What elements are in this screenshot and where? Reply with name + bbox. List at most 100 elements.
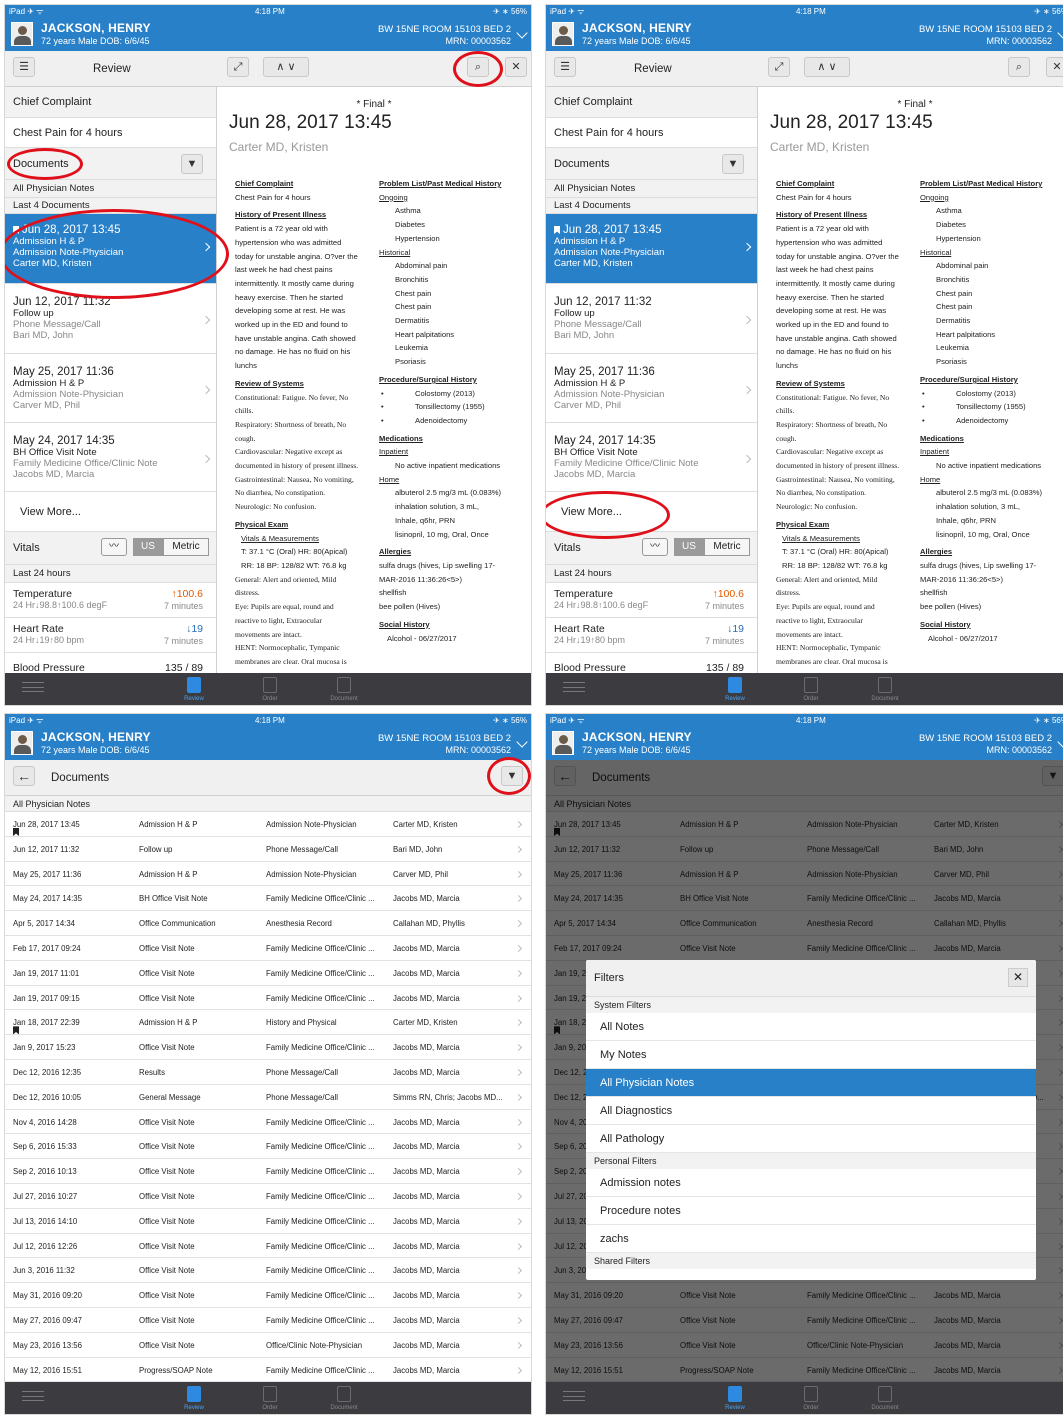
modal-backdrop[interactable]: Filters ✕ System Filters All Notes My Not… — [546, 760, 1063, 1382]
tab-document[interactable] — [337, 1386, 351, 1402]
filter-all-pathology[interactable]: All Pathology — [586, 1125, 1036, 1153]
table-row[interactable]: Dec 12, 2016 10:05 General Message Phone M… — [5, 1085, 531, 1110]
table-row[interactable]: May 23, 2016 13:56 Office Visit Note Offic… — [5, 1333, 531, 1358]
list-header: All Physician Notes — [5, 796, 531, 812]
table-row[interactable]: Jan 18, 2017 22:39 Admission H & P History… — [5, 1010, 531, 1036]
close-icon[interactable]: ✕ — [1046, 57, 1063, 77]
menu-icon[interactable] — [563, 682, 585, 692]
table-row[interactable]: Feb 17, 2017 09:24 Office Visit Note Famil… — [5, 936, 531, 961]
vital-blood-pressure[interactable]: Blood Pressure 135 / 89 — [5, 653, 216, 673]
table-row[interactable]: Dec 12, 2016 12:35 Results Phone Message/C… — [5, 1060, 531, 1085]
vital-heart-rate[interactable]: Heart Rate 24 Hr↓19↑80 bpm ↓19 7 minutes — [546, 618, 757, 653]
close-icon[interactable]: ✕ — [505, 57, 527, 77]
doc-item[interactable]: Jun 12, 2017 11:32 Follow up Phone Message… — [546, 284, 757, 354]
chevron-down-icon[interactable] — [1057, 736, 1063, 748]
tab-review[interactable] — [728, 1386, 742, 1402]
table-row[interactable]: May 12, 2016 15:51 Progress/SOAP Note Fami… — [5, 1358, 531, 1382]
filter-icon[interactable]: ▼ — [181, 154, 203, 174]
doc-item[interactable]: May 24, 2017 14:35 BH Office Visit Note Fa… — [546, 423, 757, 492]
table-row[interactable]: Jun 12, 2017 11:32 Follow up Phone Message… — [5, 837, 531, 862]
menu-icon[interactable] — [563, 1391, 585, 1401]
vitals-header: Vitals 〰 US Metric — [5, 532, 216, 565]
patient-header[interactable]: iPad ✈ ᯤ4:18 PM✈ ∗ 56% JACKSON, HENRY 72… — [5, 5, 531, 51]
table-row[interactable]: Jan 19, 2017 09:15 Office Visit Note Famil… — [5, 986, 531, 1011]
prev-next-buttons[interactable]: ∧ ∨ — [263, 57, 309, 77]
chevron-down-icon[interactable] — [516, 27, 528, 39]
filter-icon[interactable]: ▼ — [722, 154, 744, 174]
table-row[interactable]: Jun 3, 2016 11:32 Office Visit Note Family… — [5, 1258, 531, 1284]
close-icon[interactable]: ✕ — [1008, 968, 1028, 987]
tab-review[interactable] — [728, 677, 742, 693]
chevron-down-icon[interactable] — [1057, 27, 1063, 39]
table-row[interactable]: May 25, 2017 11:36 Admission H & P Admissi… — [5, 862, 531, 887]
table-row[interactable]: Jul 12, 2016 12:26 Office Visit Note Famil… — [5, 1234, 531, 1259]
metric-toggle[interactable]: Metric — [163, 538, 209, 556]
row-subtype: Family Medicine Office/Clinic ... — [266, 1216, 375, 1226]
chevron-right-icon — [514, 1242, 523, 1250]
expand-icon[interactable]: ⤢ — [768, 57, 790, 77]
filter-zachs[interactable]: zachs — [586, 1225, 1036, 1253]
list-icon[interactable]: ☰ — [554, 57, 576, 77]
menu-icon[interactable] — [22, 682, 44, 692]
vital-temperature[interactable]: Temperature 24 Hr↓98.8↑100.6 degF ↑100.6 7 … — [546, 583, 757, 618]
back-arrow-icon[interactable]: ← — [13, 766, 35, 786]
doc-item[interactable]: May 25, 2017 11:36 Admission H & P Admissi… — [546, 354, 757, 423]
us-toggle[interactable]: US — [674, 538, 704, 556]
menu-icon[interactable] — [22, 1391, 44, 1401]
search-icon[interactable]: ⌕ — [1008, 57, 1030, 77]
us-toggle[interactable]: US — [133, 538, 163, 556]
tab-order[interactable] — [804, 1386, 818, 1402]
tab-document[interactable] — [878, 677, 892, 693]
doc-item-selected[interactable]: Jun 28, 2017 13:45 Admission H & P Admissi… — [546, 214, 757, 284]
metric-toggle[interactable]: Metric — [704, 538, 750, 556]
tab-order[interactable] — [804, 677, 818, 693]
doc-item[interactable]: May 25, 2017 11:36 Admission H & P Admissi… — [5, 354, 216, 423]
filter-procedure-notes[interactable]: Procedure notes — [586, 1197, 1036, 1225]
tab-document[interactable] — [337, 677, 351, 693]
vital-heart-rate[interactable]: Heart Rate 24 Hr↓19↑80 bpm ↓19 7 minutes — [5, 618, 216, 653]
patient-header[interactable]: iPad ✈ ᯤ4:18 PM✈ ∗ 56% JACKSON, HENRY 72… — [546, 714, 1063, 760]
view-more[interactable]: View More... — [5, 492, 216, 532]
expand-icon[interactable]: ⤢ — [227, 57, 249, 77]
table-row[interactable]: Sep 6, 2016 15:33 Office Visit Note Family… — [5, 1134, 531, 1160]
filter-all-physician-notes[interactable]: All Physician Notes — [586, 1069, 1036, 1097]
table-row[interactable]: May 31, 2016 09:20 Office Visit Note Famil… — [5, 1283, 531, 1308]
note-line: • Adenoidectomy — [922, 414, 1063, 428]
table-row[interactable]: Jun 28, 2017 13:45 Admission H & P Admissi… — [5, 812, 531, 837]
tab-review[interactable] — [187, 677, 201, 693]
table-row[interactable]: Jul 13, 2016 14:10 Office Visit Note Famil… — [5, 1209, 531, 1234]
chevron-right-icon — [514, 920, 523, 928]
filter-admission-notes[interactable]: Admission notes — [586, 1169, 1036, 1197]
table-row[interactable]: Apr 5, 2017 14:34 Office Communication Ane… — [5, 911, 531, 936]
table-row[interactable]: Jan 9, 2017 15:23 Office Visit Note Family… — [5, 1035, 531, 1060]
note-line: HENT: Normocephalic, Tympanic — [776, 643, 881, 653]
list-icon[interactable]: ☰ — [13, 57, 35, 77]
trend-icon[interactable]: 〰 — [101, 538, 127, 556]
vital-temperature[interactable]: Temperature 24 Hr↓98.8↑100.6 degF ↑100.6 7 … — [5, 583, 216, 618]
vital-blood-pressure[interactable]: Blood Pressure 135 / 89 — [546, 653, 757, 673]
prev-next-buttons[interactable]: ∧ ∨ — [804, 57, 850, 77]
table-row[interactable]: Jan 19, 2017 11:01 Office Visit Note Famil… — [5, 961, 531, 986]
note-line: MAR-2016 11:36:26<5>) — [379, 574, 463, 584]
row-type: Results — [139, 1067, 165, 1077]
tab-order[interactable] — [263, 677, 277, 693]
trend-icon[interactable]: 〰 — [642, 538, 668, 556]
tab-review[interactable] — [187, 1386, 201, 1402]
row-subtype: Family Medicine Office/Clinic ... — [266, 1117, 375, 1127]
chevron-down-icon[interactable] — [516, 736, 528, 748]
table-row[interactable]: Sep 2, 2016 10:13 Office Visit Note Family… — [5, 1159, 531, 1184]
tab-document[interactable] — [878, 1386, 892, 1402]
note-line: Dermatitis — [395, 316, 430, 326]
tab-order[interactable] — [263, 1386, 277, 1402]
table-row[interactable]: May 27, 2016 09:47 Office Visit Note Famil… — [5, 1308, 531, 1333]
patient-header[interactable]: iPad ✈ ᯤ4:18 PM✈ ∗ 56% JACKSON, HENRY 72… — [5, 714, 531, 760]
table-row[interactable]: Jul 27, 2016 10:27 Office Visit Note Famil… — [5, 1184, 531, 1209]
filter-all-notes[interactable]: All Notes — [586, 1013, 1036, 1041]
table-row[interactable]: Nov 4, 2016 14:28 Office Visit Note Family… — [5, 1110, 531, 1135]
row-author: Simms RN, Chris; Jacobs MD... — [393, 1092, 503, 1102]
patient-header[interactable]: iPad ✈ ᯤ4:18 PM✈ ∗ 56% JACKSON, HENRY 72… — [546, 5, 1063, 51]
doc-item[interactable]: May 24, 2017 14:35 BH Office Visit Note Fa… — [5, 423, 216, 492]
table-row[interactable]: May 24, 2017 14:35 BH Office Visit Note Fa… — [5, 886, 531, 912]
filter-all-diagnostics[interactable]: All Diagnostics — [586, 1097, 1036, 1125]
filter-my-notes[interactable]: My Notes — [586, 1041, 1036, 1069]
